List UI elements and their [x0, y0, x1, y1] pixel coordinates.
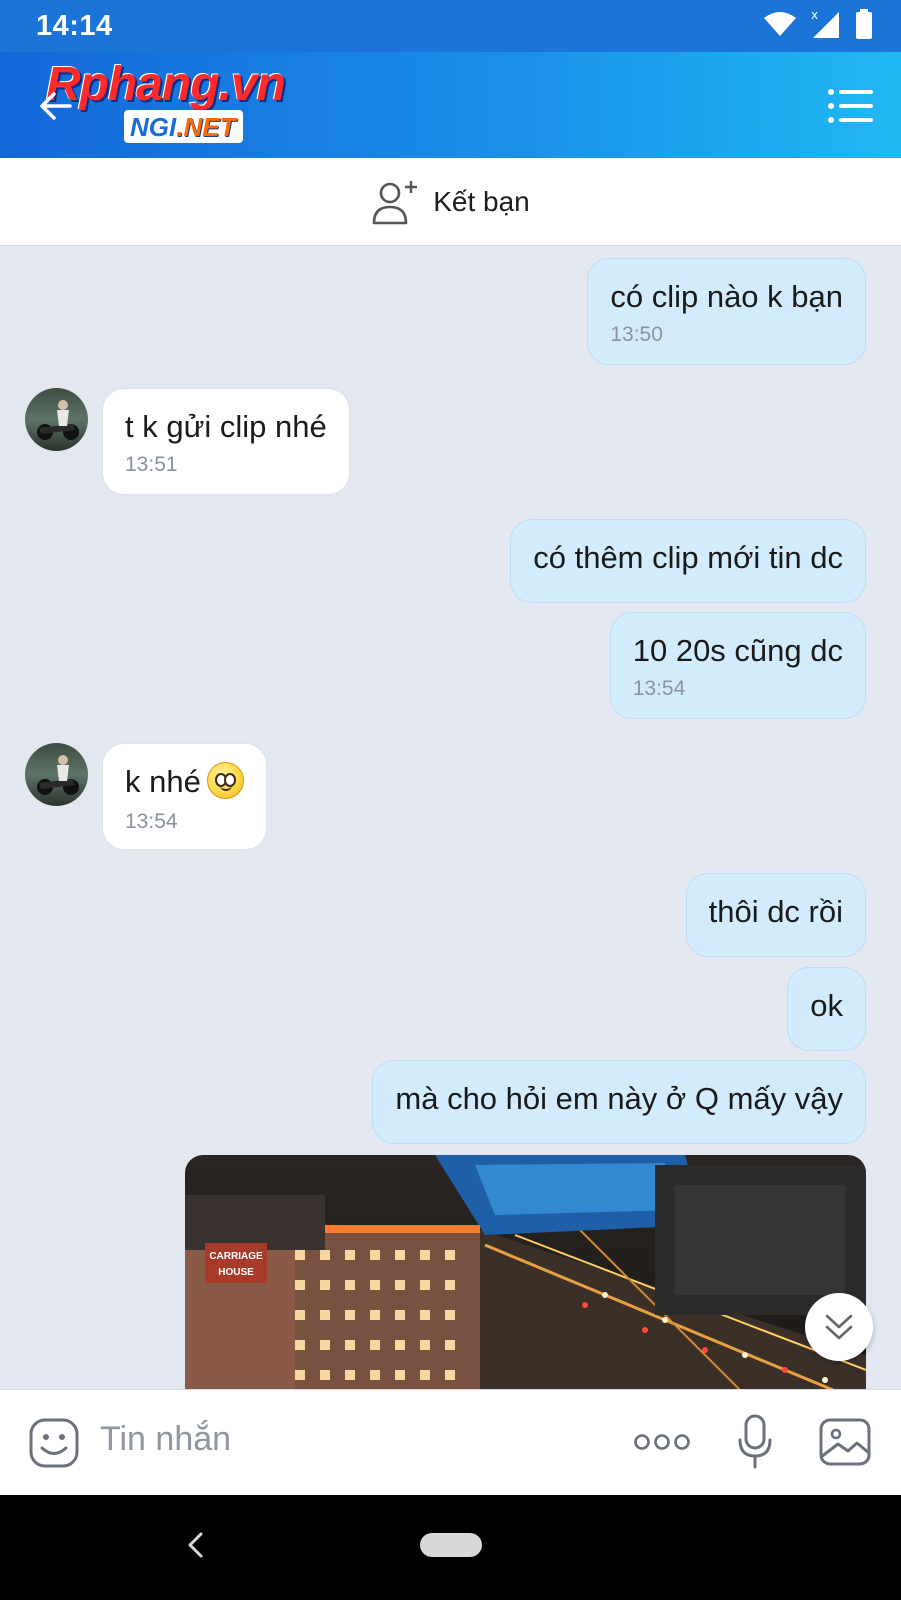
menu-icon[interactable]	[827, 88, 873, 124]
status-time: 14:14	[36, 10, 113, 42]
site-logo-sub: NGI.NET	[124, 110, 244, 143]
cell-signal-icon: x	[811, 8, 839, 38]
sticker-icon[interactable]	[28, 1417, 80, 1469]
svg-text:x: x	[811, 8, 818, 22]
back-arrow-icon[interactable]	[36, 86, 76, 126]
logo-sub-part-a: NGI	[130, 112, 177, 142]
avatar[interactable]	[25, 388, 88, 451]
status-icons: x	[763, 8, 873, 40]
battery-icon	[856, 9, 872, 39]
message-bubble-sent[interactable]: có thêm clip mới tin dc	[510, 519, 866, 603]
add-friend-icon	[372, 180, 418, 224]
message-input[interactable]: Tin nhắn	[100, 1420, 231, 1459]
smiley-emoji	[206, 762, 244, 800]
carriage-house-sign-line2: HOUSE	[218, 1267, 254, 1278]
message-text: t k gửi clip nhé	[125, 409, 327, 444]
message-bubble-sent[interactable]: mà cho hỏi em này ở Q mấy vậy	[372, 1060, 866, 1144]
message-time: 13:51	[125, 453, 178, 476]
message-text: ok	[810, 988, 843, 1023]
logo-sub-part-b: .NET	[176, 112, 236, 142]
scroll-down-button[interactable]	[805, 1293, 873, 1361]
add-friend-button[interactable]: Kết bạn	[0, 158, 901, 246]
avatar[interactable]	[25, 743, 88, 806]
app-header: Rphang.vn NGI.NET	[0, 52, 901, 158]
message-time: 13:54	[125, 810, 178, 834]
message-text: k nhé	[125, 764, 201, 799]
message-bubble-received[interactable]: k nhé 13:54	[102, 743, 267, 850]
wifi-icon	[764, 12, 796, 36]
message-bubble-sent[interactable]: 10 20s cũng dc 13:54	[609, 612, 866, 719]
message-bubble-sent[interactable]: thôi dc rồi	[685, 873, 866, 957]
message-bubble-received[interactable]: t k gửi clip nhé 13:51	[102, 388, 350, 495]
message-text: 10 20s cũng dc	[632, 633, 843, 668]
message-bubble-sent[interactable]: ok	[787, 967, 866, 1051]
message-text: có thêm clip mới tin dc	[533, 540, 843, 575]
photo-message[interactable]: CARRIAGE HOUSE	[185, 1155, 866, 1395]
city-night-photo: CARRIAGE HOUSE	[185, 1155, 866, 1395]
message-input-bar: Tin nhắn	[0, 1389, 901, 1495]
message-text: có clip nào k bạn	[610, 279, 843, 314]
message-text: thôi dc rồi	[708, 894, 843, 929]
status-bar: 14:14 x	[0, 0, 901, 52]
carriage-house-sign-line1: CARRIAGE	[209, 1251, 263, 1262]
message-bubble-sent[interactable]: có clip nào k bạn 13:50	[587, 258, 866, 365]
message-time: 13:50	[610, 323, 663, 346]
system-nav-bar	[0, 1495, 901, 1600]
microphone-icon[interactable]	[737, 1414, 773, 1470]
more-icon[interactable]	[633, 1432, 691, 1452]
image-icon[interactable]	[818, 1417, 872, 1467]
site-logo: Rphang.vn	[46, 58, 286, 111]
nav-home-button[interactable]	[420, 1533, 482, 1557]
add-friend-label: Kết bạn	[433, 185, 530, 217]
avatar-photo	[37, 400, 79, 440]
avatar-photo	[37, 755, 79, 795]
message-time: 13:54	[632, 677, 686, 700]
message-text: mà cho hỏi em này ở Q mấy vậy	[395, 1081, 843, 1116]
double-chevron-down-icon	[825, 1314, 853, 1340]
nav-back-icon[interactable]	[183, 1528, 207, 1562]
